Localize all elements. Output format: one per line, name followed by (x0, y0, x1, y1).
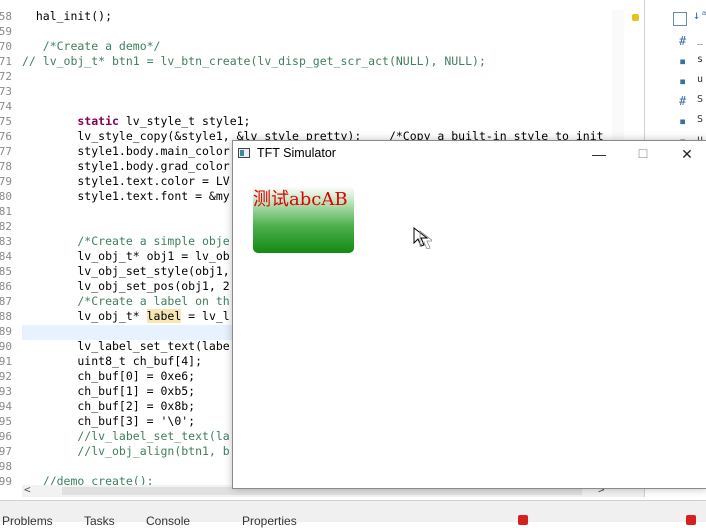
close-view-icon[interactable] (686, 515, 696, 525)
mouse-cursor-icon (413, 227, 432, 249)
tft-simulator-window[interactable]: TFT Simulator — ☐ ✕ 测试abcAB (232, 140, 706, 489)
line-number: 86 (0, 280, 12, 293)
collapse-icon[interactable] (673, 12, 687, 26)
line-text: lv_obj_t* label = lv_l (22, 309, 230, 323)
line-text: lv_obj_t* obj1 = lv_ob (22, 249, 230, 263)
struct-icon: ▪ (679, 54, 687, 68)
line-text: /*Create a label on th (22, 294, 230, 308)
line-text: style1.text.font = &my (22, 189, 230, 203)
window-app-icon (238, 148, 250, 158)
line-text: hal_init(); (22, 9, 113, 23)
line-number: 79 (0, 175, 12, 188)
include-icon: # (679, 94, 687, 108)
line-text: /*Create a simple obje (22, 234, 230, 248)
line-text: lv_obj_set_pos(obj1, 2 (22, 279, 230, 293)
scroll-left-icon[interactable]: < (24, 483, 31, 496)
outline-item[interactable]: s (697, 54, 703, 65)
line-number: 59 (0, 25, 12, 38)
sort-icon[interactable]: ↓ᵃ (693, 8, 706, 22)
line-text: ch_buf[3] = '\0'; (22, 414, 196, 428)
line-text: /*Create a demo*/ (22, 39, 161, 53)
line-text: style1.body.main_color (22, 144, 230, 158)
line-number: 72 (0, 70, 12, 83)
include-icon: # (679, 34, 687, 48)
outline-item[interactable]: S (697, 114, 703, 125)
line-text: style1.body.grad_color (22, 159, 230, 173)
line-number: 75 (0, 115, 12, 128)
line-text: lv_obj_set_style(obj1, (22, 264, 230, 278)
line-number: 81 (0, 205, 12, 218)
line-number: 95 (0, 415, 12, 428)
line-text: ch_buf[2] = 0x8b; (22, 399, 196, 413)
line-number: 88 (0, 310, 12, 323)
line-text: lv_label_set_text(labe (22, 339, 230, 353)
line-number: 96 (0, 430, 12, 443)
line-text: // lv_obj_t* btn1 = lv_btn_create(lv_dis… (22, 54, 486, 68)
line-number: 85 (0, 265, 12, 278)
line-text: ch_buf[1] = 0xb5; (22, 384, 196, 398)
line-number: 71 (0, 55, 12, 68)
struct-icon: ▪ (679, 74, 687, 88)
minimize-button[interactable]: — (579, 143, 619, 165)
tab-tasks[interactable]: Tasks (84, 514, 115, 528)
tab-properties[interactable]: Properties (242, 514, 297, 528)
tab-problems[interactable]: Problems (2, 514, 53, 528)
line-number: 89 (0, 325, 12, 338)
line-number: 99 (0, 475, 12, 487)
line-number: 82 (0, 220, 12, 233)
overview-marker (632, 14, 639, 21)
window-title: TFT Simulator (257, 146, 336, 160)
outline-item[interactable]: S (697, 94, 703, 105)
line-number: 77 (0, 145, 12, 158)
line-number: 76 (0, 130, 12, 143)
bottom-views-bar: Problems Tasks Console Properties (0, 500, 706, 528)
line-number: 58 (0, 10, 12, 23)
stop-icon[interactable] (518, 515, 528, 525)
line-number: 98 (0, 460, 12, 473)
outline-item[interactable]: _ (697, 34, 703, 45)
line-number: 97 (0, 445, 12, 458)
line-number: 78 (0, 160, 12, 173)
line-number: 70 (0, 40, 12, 53)
line-number: 73 (0, 85, 12, 98)
line-number: 91 (0, 355, 12, 368)
line-number: 90 (0, 340, 12, 353)
line-number: 83 (0, 235, 12, 248)
lvgl-label: 测试abcAB (253, 189, 348, 210)
window-titlebar[interactable]: TFT Simulator — ☐ ✕ (233, 141, 706, 167)
line-text: uint8_t ch_buf[4]; (22, 354, 203, 368)
tab-console[interactable]: Console (146, 514, 190, 528)
line-text: //lv_obj_align(btn1, b (22, 444, 230, 458)
line-number: 80 (0, 190, 12, 203)
lvgl-styled-object[interactable]: 测试abcAB (253, 186, 354, 253)
struct-icon: ▪ (679, 114, 687, 128)
line-text: ch_buf[0] = 0xe6; (22, 369, 196, 383)
line-number: 87 (0, 295, 12, 308)
line-number: 74 (0, 100, 12, 113)
line-number: 93 (0, 385, 12, 398)
outline-item[interactable]: u (697, 74, 703, 85)
line-number: 92 (0, 370, 12, 383)
line-number: 84 (0, 250, 12, 263)
line-text: static lv_style_t style1; (77, 114, 251, 128)
line-number: 94 (0, 400, 12, 413)
line-text: style1.text.color = LV (22, 174, 230, 188)
close-button[interactable]: ✕ (667, 143, 706, 165)
maximize-button[interactable]: ☐ (623, 143, 663, 165)
line-text: //lv_label_set_text(la (22, 429, 230, 443)
